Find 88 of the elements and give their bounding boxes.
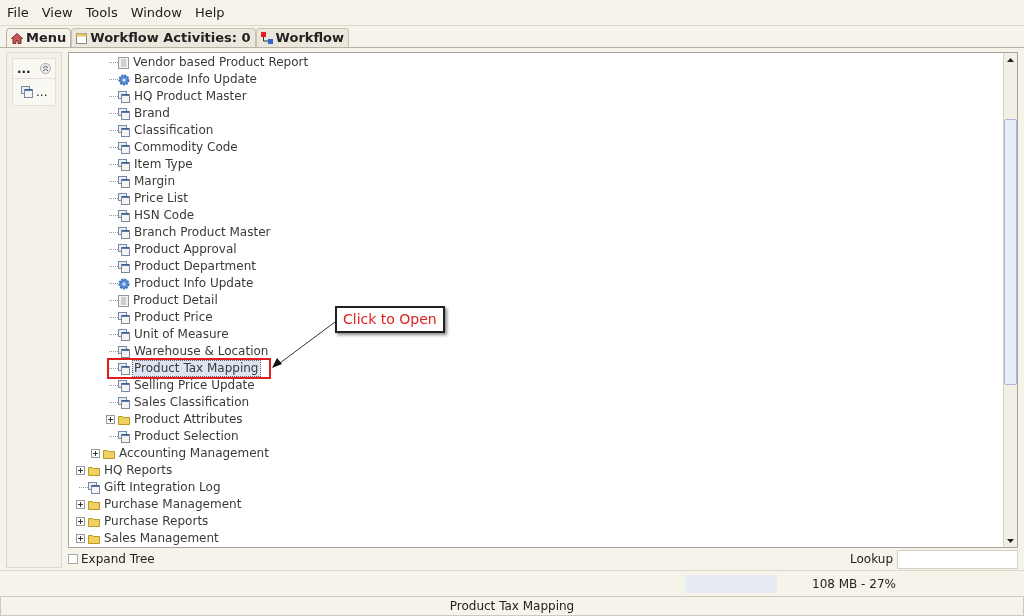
tab[interactable]: Menu [6,28,72,47]
callout: Click to Open [335,306,445,333]
tree-item[interactable]: Classification [132,122,216,139]
expand-icon[interactable] [76,534,85,543]
tree-item[interactable]: Product Tax Mapping [132,360,261,377]
window-icon [118,141,130,154]
workflow-icon [260,32,273,44]
gear-icon [118,73,130,86]
tree-item[interactable]: Product Price [132,309,215,326]
house-icon [11,32,23,44]
window-icon [118,243,130,256]
checkbox-label: Expand Tree [81,551,155,568]
tree-item[interactable]: HSN Code [132,207,197,224]
tree-item[interactable]: Item Type [132,156,195,173]
folder-icon [88,533,100,544]
tab[interactable]: Workflow [255,28,350,47]
tree-item[interactable]: Product Approval [132,241,239,258]
expand-icon[interactable] [106,415,115,424]
window-icon [118,328,130,341]
scroll-down-icon[interactable] [1007,538,1014,543]
folder-icon [88,499,100,510]
memory-usage: 108 MB - 27% [812,575,896,593]
tab[interactable]: Workflow Activities: 0 [71,28,256,47]
tree-item[interactable]: Purchase Reports [102,513,211,530]
calendar-icon [76,32,88,44]
tree-item[interactable]: HQ Product Master [132,88,249,105]
expand-icon[interactable] [76,517,85,526]
window-icon [118,362,130,375]
scroll-up-icon[interactable] [1007,57,1014,62]
tree-item[interactable]: Sales Classification [132,394,252,411]
folder-icon [88,465,100,476]
window-icon [118,158,130,171]
lookup-label: Lookup [850,551,893,568]
tree-item[interactable]: Branch Product Master [132,224,273,241]
tree-item[interactable]: Sales Management [102,530,221,547]
lookup-field[interactable] [897,549,1018,569]
window-icon [118,107,130,120]
tree-item[interactable]: Accounting Management [117,445,271,462]
tree-item[interactable]: Product Detail [131,292,220,309]
tree-item[interactable]: Product Attributes [132,411,245,428]
window-icon [118,260,130,273]
window-icon [21,86,33,98]
menu-item[interactable]: File [7,2,29,23]
scrollbar[interactable] [1003,53,1017,547]
window-icon [118,379,130,392]
tree-item[interactable]: Product Selection [132,428,241,445]
arrow [272,321,336,369]
tree-item[interactable]: Brand [132,105,172,122]
checkbox[interactable] [68,554,78,564]
collapse-icon[interactable] [40,63,51,74]
tree-item[interactable]: Price List [132,190,191,207]
tree-item[interactable]: Gift Integration Log [102,479,223,496]
folder-icon [103,448,115,459]
expand-icon[interactable] [91,449,100,458]
tree-item[interactable]: Warehouse & Location [132,343,271,360]
menu-item[interactable]: Window [130,2,182,23]
window-icon [88,481,100,494]
tree-item[interactable]: Vendor based Product Report [131,54,311,71]
menu-item[interactable]: Help [194,2,225,23]
tree-item[interactable]: Product Department [132,258,258,275]
window-icon [118,192,130,205]
menu-item[interactable]: View [41,2,73,23]
panel-title: ... [17,60,31,78]
window-icon [118,90,130,103]
tree-item[interactable]: Commodity Code [132,139,240,156]
tree-item[interactable]: Selling Price Update [132,377,257,394]
window-icon [118,311,130,324]
expand-icon[interactable] [76,466,85,475]
folder-icon [88,516,100,527]
window-icon [118,345,130,358]
status-bar: Product Tax Mapping [0,596,1024,616]
tree-item[interactable]: Barcode Info Update [132,71,259,88]
expand-icon[interactable] [76,500,85,509]
window-icon [118,175,130,188]
tree-item[interactable]: Product Info Update [132,275,256,292]
tree-item[interactable]: Unit of Measure [132,326,231,343]
side-item[interactable]: ... [36,83,48,101]
window-icon [118,396,130,409]
window-icon [118,124,130,137]
folder-icon [118,414,130,425]
window-icon [118,226,130,239]
tree-item[interactable]: HQ Reports [102,462,175,479]
menu-item[interactable]: Tools [85,2,118,23]
tree-item[interactable]: Purchase Management [102,496,244,513]
tree-item[interactable]: Margin [132,173,177,190]
window-icon [118,209,130,222]
window-icon [118,430,130,443]
gear-icon [118,277,130,290]
